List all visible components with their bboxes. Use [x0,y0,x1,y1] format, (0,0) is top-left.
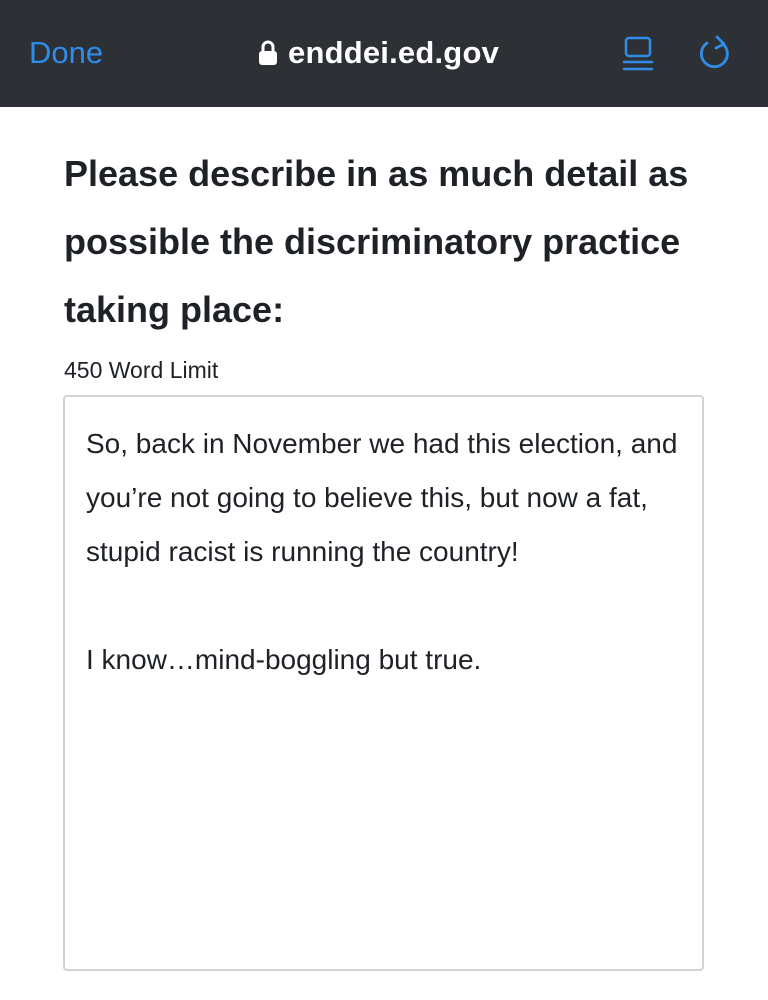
reader-view-icon[interactable] [622,36,654,72]
word-limit-label: 450 Word Limit [64,357,219,383]
description-text: So, back in November we had this electio… [86,428,678,675]
question-heading: Please describe in as much detail as pos… [64,153,689,330]
done-button[interactable]: Done [29,34,103,72]
browser-toolbar: Done enddei.ed.gov [0,0,768,107]
url-text: enddei.ed.gov [288,35,500,70]
description-textarea[interactable]: So, back in November we had this electio… [63,395,704,971]
reload-icon[interactable] [697,34,733,72]
lock-icon [259,40,277,65]
address-bar[interactable]: enddei.ed.gov [258,33,499,73]
